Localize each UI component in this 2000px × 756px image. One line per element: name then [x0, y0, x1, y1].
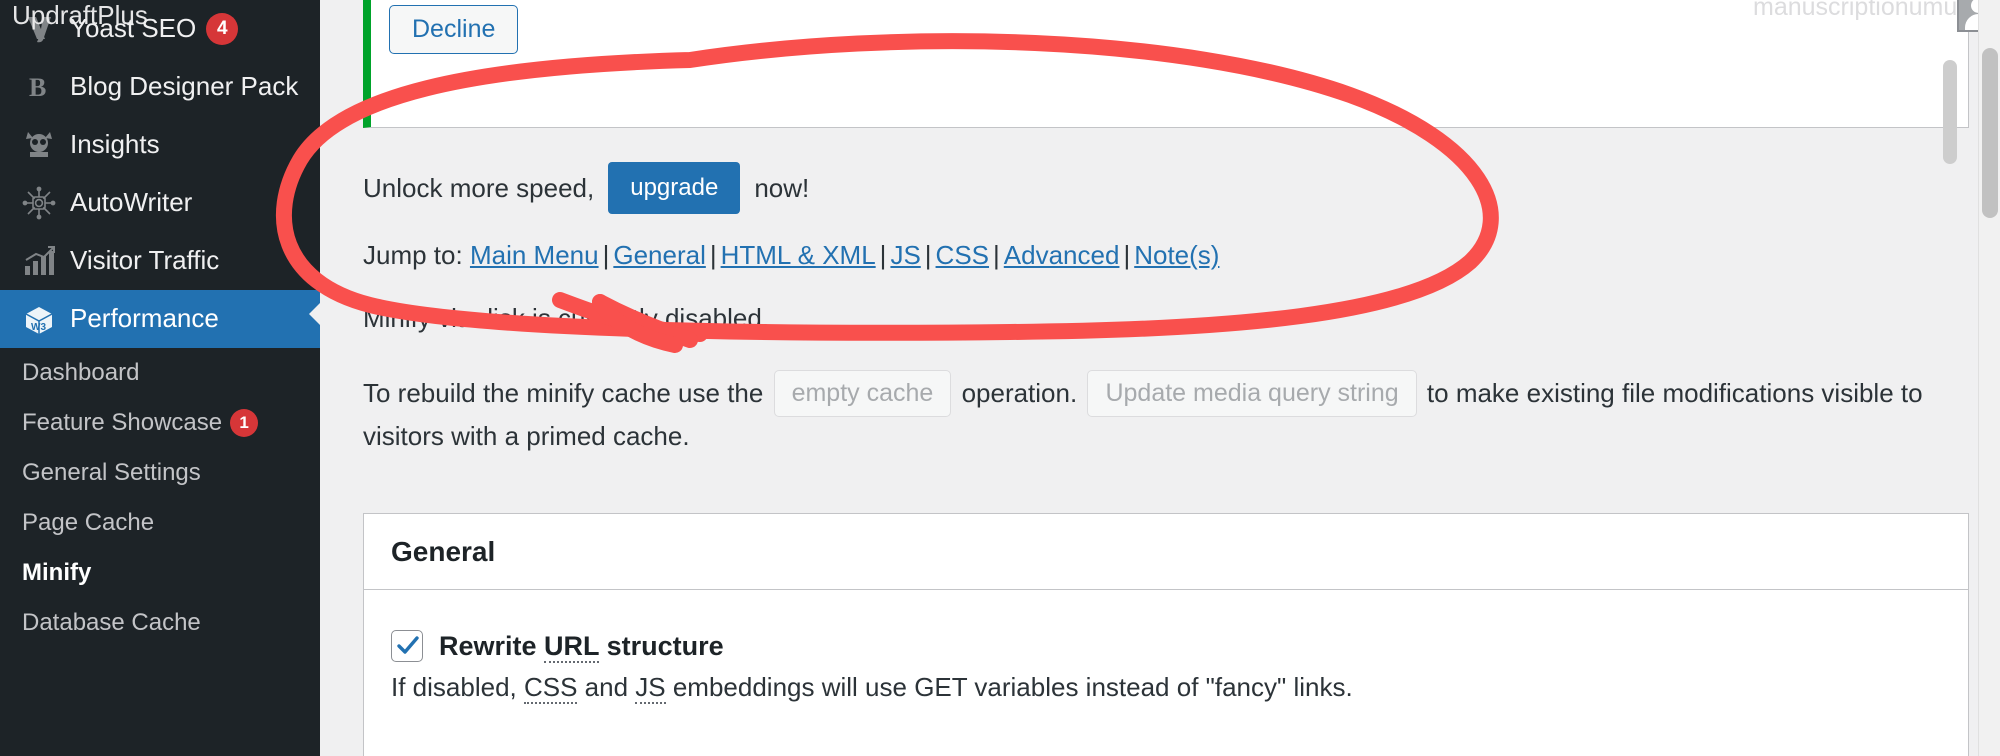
feature-showcase-badge: 1 — [230, 409, 259, 437]
upgrade-banner: Unlock more speed, upgrade now! — [363, 162, 809, 214]
sidebar-performance-wrap: W3 Performance — [0, 290, 320, 348]
decline-button[interactable]: Decline — [389, 5, 519, 55]
sidebar-subitem-label: Database Cache — [22, 609, 201, 636]
rebuild-cache-paragraph: To rebuild the minify cache use the empt… — [363, 370, 1963, 457]
rebuild-text-2: operation. — [961, 378, 1078, 408]
minify-status-text: Minify via disk is currently disabled. — [363, 303, 770, 333]
rewrite-url-structure-label: Rewrite URL structure — [439, 630, 724, 663]
jump-sep-3: | — [879, 240, 887, 270]
main-content-area: data will not include any personally ide… — [320, 0, 1985, 756]
page-scrollbar[interactable] — [1978, 0, 2000, 756]
jump-link-main-menu[interactable]: Main Menu — [470, 240, 599, 270]
jump-sep-1: | — [602, 240, 610, 270]
sidebar-subitem-label: Page Cache — [22, 509, 155, 536]
panel-title: General — [364, 514, 1968, 590]
sidebar-subitem-label: Feature Showcase — [22, 409, 223, 436]
jump-link-html-xml[interactable]: HTML & XML — [721, 240, 876, 270]
yoast-seo-icon — [16, 12, 62, 46]
sidebar-item-label: Visitor Traffic — [70, 245, 220, 275]
sidebar-subitem-label: Minify — [22, 559, 92, 586]
inner-scrollbar-thumb[interactable] — [1943, 60, 1957, 164]
jump-sep-4: | — [924, 240, 932, 270]
svg-text:B: B — [29, 73, 46, 102]
jump-to-label: Jump to: — [363, 240, 463, 270]
insights-icon — [16, 128, 62, 162]
sidebar-item-label: AutoWriter — [70, 187, 193, 217]
url-abbr: URL — [544, 630, 600, 663]
desc-part-2: and — [577, 672, 636, 702]
sidebar-subitem-database-cache[interactable]: Database Cache — [0, 598, 320, 648]
jump-sep-2: | — [709, 240, 717, 270]
sidebar-subitem-minify[interactable]: Minify — [0, 548, 320, 598]
upgrade-prefix-text: Unlock more speed, — [363, 172, 595, 203]
sidebar-subitem-label: General Settings — [22, 459, 201, 486]
upgrade-button[interactable]: upgrade — [608, 162, 741, 214]
rebuild-text-1: To rebuild the minify cache use the — [363, 378, 764, 408]
js-abbr: JS — [635, 672, 666, 704]
empty-cache-button[interactable]: empty cache — [773, 370, 952, 417]
panel-body: Rewrite URL structure If disabled, CSS a… — [364, 590, 1968, 704]
privacy-notice: data will not include any personally ide… — [363, 0, 1969, 128]
visitor-traffic-icon — [16, 244, 62, 278]
css-abbr: CSS — [523, 672, 578, 704]
jump-link-css[interactable]: CSS — [936, 240, 989, 270]
blog-designer-pack-icon: B — [16, 70, 62, 104]
yoast-seo-badge: 4 — [206, 13, 239, 46]
rewrite-url-structure-field: Rewrite URL structure — [391, 630, 1941, 663]
desc-part-3: embeddings will use GET variables instea… — [665, 672, 1353, 702]
sidebar-subitem-dashboard[interactable]: Dashboard — [0, 348, 320, 398]
jump-link-js[interactable]: JS — [890, 240, 920, 270]
jump-link-advanced[interactable]: Advanced — [1004, 240, 1120, 270]
admin-sidebar: Yoast SEO 4 B Blog Designer Pack Insights — [0, 0, 320, 756]
sidebar-subitem-page-cache[interactable]: Page Cache — [0, 498, 320, 548]
howdy-username[interactable]: manuscriptionumuslim — [1753, 0, 1985, 22]
sidebar-item-label: Yoast SEO 4 — [70, 12, 306, 46]
sidebar-item-yoast-seo[interactable]: Yoast SEO 4 — [0, 0, 320, 58]
general-settings-panel: General Rewrite URL structure If disable… — [363, 513, 1969, 756]
svg-text:W3: W3 — [31, 322, 46, 333]
jump-sep-6: | — [1123, 240, 1131, 270]
yoast-seo-label: Yoast SEO — [70, 13, 197, 43]
label-part-before: Rewrite — [439, 630, 545, 661]
sidebar-item-insights[interactable]: Insights — [0, 116, 320, 174]
checkmark-icon — [397, 636, 419, 654]
sidebar-item-performance[interactable]: W3 Performance — [0, 290, 320, 348]
performance-icon: W3 — [16, 302, 62, 336]
privacy-notice-buttons: Decline — [389, 5, 1950, 55]
sidebar-subitem-feature-showcase[interactable]: Feature Showcase 1 — [0, 398, 320, 448]
sidebar-item-label: Insights — [70, 129, 160, 159]
jump-link-notes[interactable]: Note(s) — [1134, 240, 1219, 270]
sidebar-subitem-label: Dashboard — [22, 359, 140, 386]
jump-to-nav: Jump to: Main Menu | General | HTML & XML | JS… — [363, 240, 1219, 271]
screen-root: data will not include any personally ide… — [0, 0, 2000, 756]
jump-link-general[interactable]: General — [613, 240, 706, 270]
rewrite-url-structure-description: If disabled, CSS and JS embeddings will … — [391, 672, 1941, 704]
autowriter-icon — [16, 186, 62, 220]
rewrite-url-structure-checkbox[interactable] — [391, 630, 423, 662]
sidebar-item-autowriter[interactable]: AutoWriter — [0, 174, 320, 232]
update-media-query-string-button[interactable]: Update media query string — [1087, 370, 1417, 417]
sidebar-subitem-general-settings[interactable]: General Settings — [0, 448, 320, 498]
sidebar-item-label: Blog Designer Pack — [70, 71, 299, 101]
desc-part-1: If disabled, — [391, 672, 524, 702]
sidebar-item-label: Performance — [70, 303, 219, 333]
label-part-after: structure — [599, 630, 724, 661]
sidebar-item-blog-designer-pack[interactable]: B Blog Designer Pack — [0, 58, 320, 116]
jump-sep-5: | — [993, 240, 1000, 270]
upgrade-suffix-text: now! — [754, 172, 810, 203]
page-scrollbar-thumb[interactable] — [1982, 48, 1998, 218]
sidebar-item-visitor-traffic[interactable]: Visitor Traffic — [0, 232, 320, 290]
